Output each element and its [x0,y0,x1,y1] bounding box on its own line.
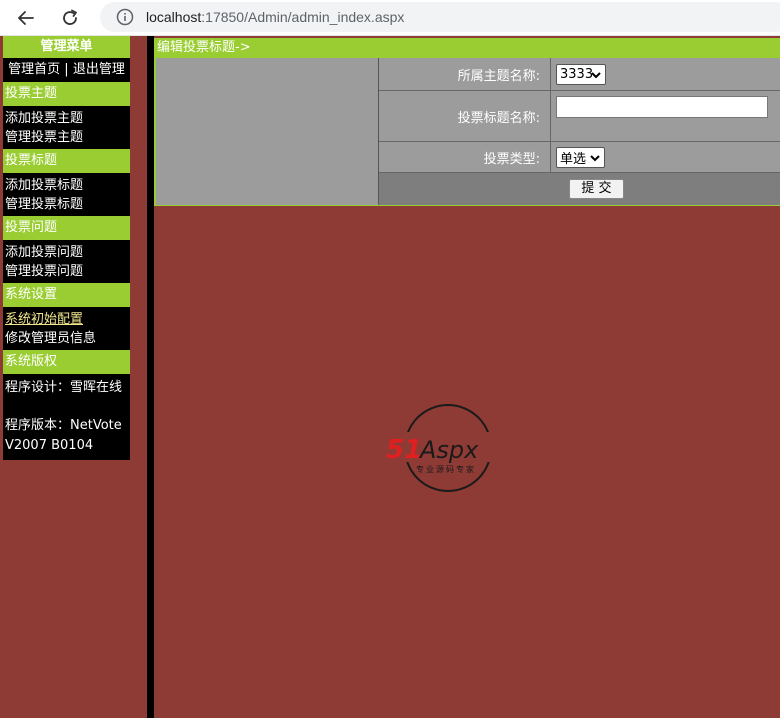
edit-title-form: 所属主题名称: 3333 投票标题名称: 投票类型: 单选 提 交 [378,58,780,205]
submit-button[interactable]: 提 交 [569,179,624,199]
section-topics-items: 添加投票主题 管理投票主题 [3,106,130,149]
section-questions-items: 添加投票问题 管理投票问题 [3,240,130,283]
right-frame: 编辑投票标题-> 所属主题名称: 3333 投票标题名称: 投票类型: 单选 提… [154,36,780,718]
manage-questions-link[interactable]: 管理投票问题 [5,262,130,281]
section-settings-items: 系统初始配置 修改管理员信息 [3,307,130,350]
chevron-down-icon [591,72,601,79]
frame-divider[interactable] [147,36,154,718]
title-row: 投票标题名称: [379,91,780,142]
admin-info-link[interactable]: 修改管理员信息 [5,329,130,348]
section-titles-header[interactable]: 投票标题 [3,149,130,173]
section-topics-header[interactable]: 投票主题 [3,82,130,106]
section-copyright-header: 系统版权 [3,350,130,374]
reload-button[interactable] [56,4,84,32]
topic-select-value: 3333 [560,67,594,82]
back-button[interactable] [12,4,40,32]
title-input[interactable] [556,96,768,118]
title-value-cell [552,91,780,141]
topic-row: 所属主题名称: 3333 [379,58,780,91]
add-topic-link[interactable]: 添加投票主题 [5,109,130,128]
type-select[interactable]: 单选 [556,147,605,168]
url-text: localhost:17850/Admin/admin_index.aspx [146,9,404,25]
version-line-1: 程序版本：NetVote [5,418,122,433]
type-row: 投票类型: 单选 [379,142,780,173]
section-titles-items: 添加投票标题 管理投票标题 [3,173,130,216]
browser-toolbar: localhost:17850/Admin/admin_index.aspx [0,0,780,36]
left-frame: 管理菜单 管理首页 | 退出管理 投票主题 添加投票主题 管理投票主题 投票标题… [0,36,147,718]
admin-menu: 管理菜单 管理首页 | 退出管理 投票主题 添加投票主题 管理投票主题 投票标题… [3,36,130,460]
manage-titles-link[interactable]: 管理投票标题 [5,195,130,214]
menu-title: 管理菜单 [3,36,130,58]
page-content: 管理菜单 管理首页 | 退出管理 投票主题 添加投票主题 管理投票主题 投票标题… [0,36,780,718]
back-arrow-icon [18,11,34,25]
edit-title-panel: 所属主题名称: 3333 投票标题名称: 投票类型: 单选 提 交 [154,58,780,206]
system-init-link[interactable]: 系统初始配置 [5,310,130,329]
address-bar[interactable]: localhost:17850/Admin/admin_index.aspx [100,2,780,32]
topic-select[interactable]: 3333 [556,64,606,85]
url-host: localhost [146,9,202,25]
add-question-link[interactable]: 添加投票问题 [5,243,130,262]
link-separator: | [64,62,69,77]
menu-top-links: 管理首页 | 退出管理 [3,58,130,82]
home-link[interactable]: 管理首页 [8,62,60,77]
type-label: 投票类型: [379,142,551,172]
manage-topics-link[interactable]: 管理投票主题 [5,128,130,147]
topic-label: 所属主题名称: [379,58,551,90]
logo-51: 51 [386,435,422,465]
logo-aspx: Aspx [418,436,479,464]
logout-link[interactable]: 退出管理 [73,62,125,77]
designer-line: 程序设计：雪晖在线 [5,380,123,395]
logo-tagline: 专业源码专家 [416,464,476,474]
breadcrumb: 编辑投票标题-> [154,38,780,58]
reload-icon [63,9,77,25]
section-settings-header[interactable]: 系统设置 [3,283,130,307]
brand-logo: 51 Aspx 专业源码专家 [386,404,492,492]
url-path: :17850/Admin/admin_index.aspx [201,9,405,25]
type-select-value: 单选 [560,152,587,167]
site-info-icon[interactable] [116,8,134,26]
copyright-info: 程序设计：雪晖在线 程序版本：NetVote V2007 B0104 [3,374,130,460]
chevron-down-icon [590,155,600,162]
version-line-2: V2007 B0104 [5,438,94,453]
title-label: 投票标题名称: [379,91,551,141]
add-title-link[interactable]: 添加投票标题 [5,176,130,195]
topic-value-cell: 3333 [552,58,780,90]
section-questions-header[interactable]: 投票问题 [3,216,130,240]
submit-row: 提 交 [379,173,780,205]
type-value-cell: 单选 [552,142,780,172]
